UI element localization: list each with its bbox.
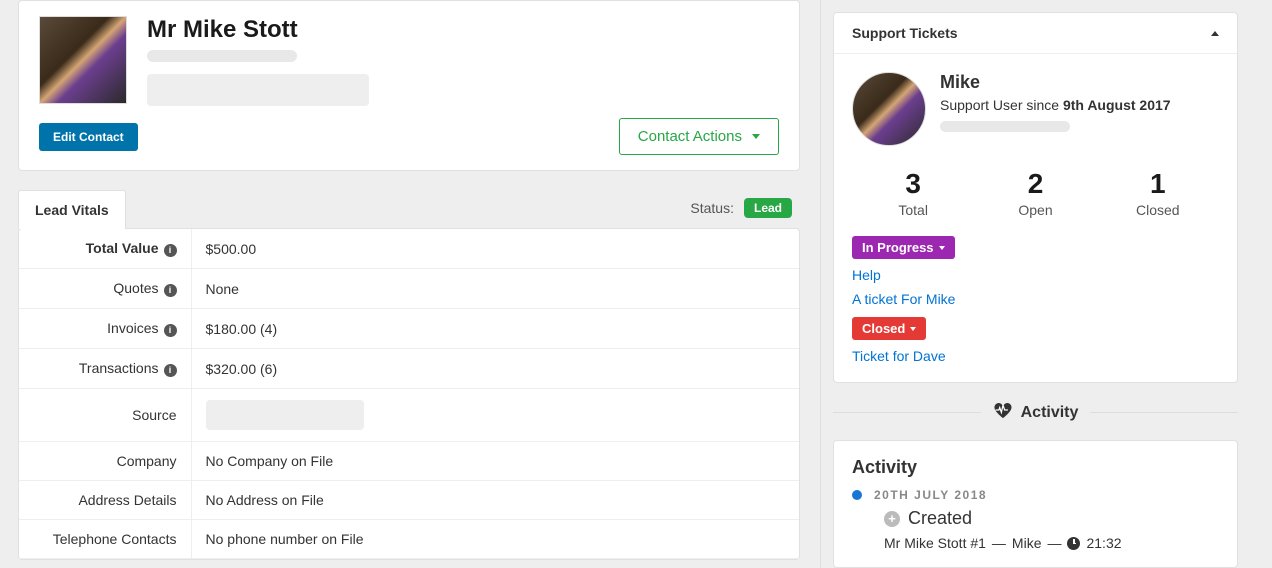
total-value: $500.00 [191,229,799,269]
support-user-name: Mike [940,72,1171,93]
clock-icon [1067,537,1080,550]
closed-badge[interactable]: Closed [852,317,926,340]
table-row: Company No Company on File [19,442,799,481]
table-row: Transactions i $320.00 (6) [19,349,799,389]
timeline-date: 20TH JULY 2018 [874,488,987,502]
activity-subline: Mr Mike Stott #1 — Mike — 21:32 [884,535,1219,551]
quotes-label: Quotes [113,280,158,296]
ticket-link-dave[interactable]: Ticket for Dave [852,348,1219,364]
transactions-value: $320.00 (6) [191,349,799,389]
contact-actions-label: Contact Actions [638,128,742,145]
status-badge: Lead [744,198,792,218]
ticket-link-help[interactable]: Help [852,267,1219,283]
caret-down-icon [939,246,945,250]
tab-lead-vitals[interactable]: Lead Vitals [18,190,126,229]
stat-closed: 1 Closed [1097,168,1219,218]
redacted-support-sub [940,121,1070,132]
heartbeat-icon [993,401,1013,424]
info-icon[interactable]: i [164,364,177,377]
support-header-title: Support Tickets [852,25,958,41]
activity-card: Activity 20TH JULY 2018 + Created Mr Mik… [833,440,1238,568]
redacted-field [147,74,369,106]
stat-open: 2 Open [974,168,1096,218]
activity-event: Created [908,508,972,529]
plus-circle-icon: + [884,511,900,527]
caret-up-icon [1211,31,1219,36]
status-label: Status: [690,200,734,216]
edit-contact-button[interactable]: Edit Contact [39,123,138,151]
invoices-label: Invoices [107,320,158,336]
company-value: No Company on File [191,442,799,481]
invoices-value: $180.00 (4) [191,309,799,349]
address-value: No Address on File [191,481,799,520]
stat-total: 3 Total [852,168,974,218]
contact-name: Mr Mike Stott [147,16,779,44]
redacted-subtitle [147,50,297,62]
tabs-row: Lead Vitals Status: Lead [18,189,800,228]
contact-header-card: Mr Mike Stott Edit Contact Contact Actio… [18,0,800,171]
table-row: Source [19,389,799,442]
lead-vitals-card: Total Valuei $500.00 Quotesi None Invoic… [18,228,800,560]
in-progress-badge[interactable]: In Progress [852,236,955,259]
info-icon[interactable]: i [164,324,177,337]
info-icon[interactable]: i [164,244,177,257]
table-row: Address Details No Address on File [19,481,799,520]
contact-avatar [39,16,127,104]
quotes-value: None [191,269,799,309]
transactions-label: Transactions [79,360,159,376]
contact-actions-button[interactable]: Contact Actions [619,118,779,155]
support-user-avatar [852,72,926,146]
source-label: Source [132,407,176,423]
telephone-value: No phone number on File [191,520,799,559]
source-input-redacted[interactable] [206,400,364,430]
support-tickets-card: Support Tickets Mike Support User since … [833,12,1238,383]
table-row: Invoices i $180.00 (4) [19,309,799,349]
timeline-dot-icon [852,490,862,500]
activity-title: Activity [852,457,1219,478]
support-since: Support User since 9th August 2017 [940,97,1171,113]
ticket-link-mike[interactable]: A ticket For Mike [852,291,1219,307]
table-row: Quotesi None [19,269,799,309]
address-label: Address Details [78,492,176,508]
table-row: Total Value i $500.00 [19,229,799,269]
total-value-label: Total Value [86,240,159,256]
company-label: Company [117,453,177,469]
telephone-label: Telephone Contacts [53,531,177,547]
info-icon[interactable]: i [164,284,177,297]
caret-down-icon [752,134,760,139]
caret-down-icon [910,327,916,331]
support-header[interactable]: Support Tickets [834,13,1237,54]
table-row: Telephone Contacts No phone number on Fi… [19,520,799,559]
activity-divider: Activity [833,401,1238,424]
